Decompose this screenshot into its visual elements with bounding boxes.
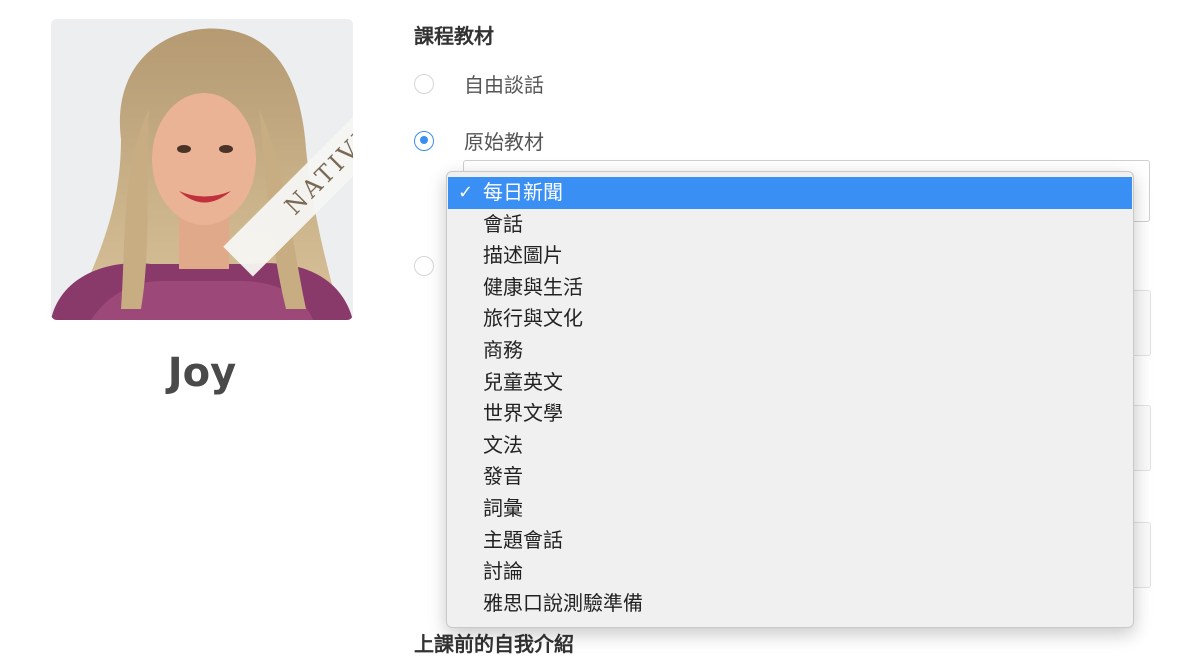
dropdown-option[interactable]: 發音 [447,461,1133,493]
dropdown-option-label: 會話 [483,211,523,236]
dropdown-option-label: 詞彙 [483,495,523,520]
dropdown-option[interactable]: 描述圖片 [447,240,1133,272]
radio-option-free-talk[interactable]: 自由談話 [414,69,544,98]
teacher-avatar: NATIVE [51,19,353,320]
dropdown-option[interactable]: 討論 [447,556,1133,588]
dropdown-option-label: 旅行與文化 [483,306,583,331]
radio-button-hidden[interactable] [414,256,434,276]
teacher-photo: NATIVE [51,19,353,320]
dropdown-option-label: 討論 [483,559,523,584]
dropdown-option-selected[interactable]: ✓ 每日新聞 [448,177,1132,209]
dropdown-option-label: 發音 [483,464,523,489]
dropdown-option[interactable]: 詞彙 [447,493,1133,525]
dropdown-option-label: 健康與生活 [483,274,583,299]
dropdown-option[interactable]: 商務 [447,335,1133,367]
radio-option-original-materials[interactable]: 原始教材 [414,126,544,155]
dropdown-option-label: 兒童英文 [483,369,563,394]
dropdown-option[interactable]: 健康與生活 [447,272,1133,304]
dropdown-option[interactable]: 世界文學 [447,398,1133,430]
checkmark-icon: ✓ [458,182,474,203]
dropdown-option-label: 主題會話 [483,527,563,552]
dropdown-option-label: 雅思口說測驗準備 [483,590,643,615]
booking-form-screen: NATIVE Joy 課程教材 自由談話 原始教材 ✓ 每日新聞 會話 描述圖片… [0,0,1200,669]
dropdown-option[interactable]: 主題會話 [447,525,1133,557]
radio-label: 原始教材 [464,130,544,154]
radio-button-checked[interactable] [414,130,434,151]
dropdown-option[interactable]: 兒童英文 [447,367,1133,399]
material-dropdown-menu[interactable]: ✓ 每日新聞 會話 描述圖片 健康與生活 旅行與文化 商務 兒童英文 世界文學 … [446,171,1134,628]
radio-label: 自由談話 [464,73,544,97]
course-materials-heading: 課程教材 [414,24,494,48]
dropdown-option[interactable]: 文法 [447,430,1133,462]
self-intro-heading: 上課前的自我介紹 [414,632,574,656]
dropdown-option-label: 文法 [483,432,523,457]
dropdown-option-label: 商務 [483,337,523,362]
dropdown-option-label: 每日新聞 [483,180,563,204]
dropdown-option[interactable]: 會話 [447,209,1133,241]
dropdown-option-label: 描述圖片 [483,243,563,268]
teacher-name: Joy [167,350,237,396]
dropdown-option[interactable]: 旅行與文化 [447,303,1133,335]
dropdown-option-label: 世界文學 [483,401,563,426]
dropdown-option[interactable]: 雅思口說測驗準備 [447,588,1133,620]
radio-button[interactable] [414,73,434,94]
